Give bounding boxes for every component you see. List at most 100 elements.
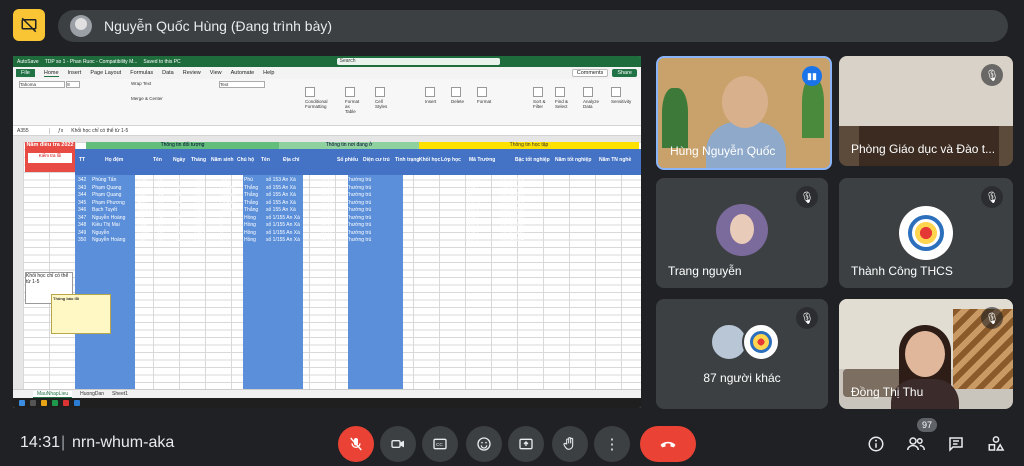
sheet-tab-sheet1[interactable]: Sheet1 [112,391,128,397]
conditional-formatting-icon [305,87,315,97]
cell-styles-button[interactable]: Cell Styles [375,87,391,109]
find-select-label: Find & Select [555,99,569,109]
cell: THPT [466,229,480,236]
cell: 1-110 [320,207,333,213]
table-row[interactable]: 345 Phạm Phương Anh 20 04 2004 Quang Thắng số 15… [78,200,524,206]
sheet-cells[interactable]: Năm điều tra 2022 Kiểm tra lỗi Thông tin… [23,142,641,390]
camera-button[interactable] [380,426,416,462]
tab-view[interactable]: View [210,70,222,76]
present-button[interactable] [508,426,544,462]
mic-off-button[interactable] [338,426,374,462]
captions-button[interactable]: CC [422,426,458,462]
merge-center-button[interactable]: Merge & Center [131,96,163,101]
analyze-data-button[interactable]: Analyze Data [583,87,601,109]
col-khoi-hoc: Khối học [419,157,441,163]
others-tile[interactable]: 🎙 87 người khác [656,299,828,409]
delete-cells-button[interactable]: Delete [451,87,464,104]
spreadsheet-grid[interactable]: Năm điều tra 2022 Kiểm tra lỗi Thông tin… [13,142,641,390]
cell: 05 [176,214,182,221]
tab-file[interactable]: File [16,69,35,77]
table-row[interactable]: 344 Phạm Quang Đạt 14 09 2013 Quang Thắng số 155… [78,192,524,198]
file-explorer-icon[interactable] [41,400,47,406]
sheet-tab-mau-nhap-lieu[interactable]: MauNhapLieu [33,390,73,398]
word-icon[interactable] [74,400,80,406]
tab-automate[interactable]: Automate [231,70,255,76]
cell: 12 [176,229,182,236]
format-as-table-button[interactable]: Format as Table [345,87,361,114]
font-size-select[interactable]: 8 [66,81,81,88]
tab-review[interactable]: Review [183,70,201,76]
analyze-data-icon [583,87,593,97]
activities-button[interactable] [980,428,1012,460]
excel-search[interactable]: Search [336,58,500,65]
number-format-select[interactable]: Text [219,81,265,88]
background-plant [662,88,688,148]
tab-formulas[interactable]: Formulas [130,70,153,76]
emoji-button[interactable] [466,426,502,462]
participant-tile[interactable]: 🎙 Phòng Giáo dục và Đào t... [839,56,1013,166]
cell: Tân [220,177,229,183]
people-button[interactable] [900,428,932,460]
app-icon[interactable] [63,400,69,406]
cell: THPT [466,184,480,191]
name-box[interactable]: A355 [17,127,50,134]
bottom-bar: 14:31 | nrn-whum-aka CC ⋮ [0,420,1024,466]
conditional-formatting-button[interactable]: Conditional Formatting [305,87,328,109]
cell: 1979-1980 [500,222,524,228]
cell: 1979-1980 [500,229,524,236]
excel-icon[interactable] [52,400,58,406]
col-ho-dem: Họ đệm [105,157,124,163]
font-select[interactable]: Tahoma [19,81,65,88]
sensitivity-button[interactable]: Sensitivity [611,87,633,104]
sort-filter-button[interactable]: Sort & Filter [533,87,551,109]
cell: Thường trú [346,184,372,191]
info-button[interactable] [860,428,892,460]
format-cells-button[interactable]: Format [477,87,491,104]
table-row[interactable]: 343 Phạm Quang Thắng 22 11 1978 Quang Thắng số 1… [78,185,524,191]
cell: 1-110 [320,192,333,198]
table-row[interactable]: 346 Bạch Tuyết Nhung 22 11 1980 Quang Thắng số 1… [78,207,524,213]
participant-tile[interactable]: 🎙 Đồng Thị Thu [839,299,1013,409]
participant-name: Phòng Giáo dục và Đào t... [851,142,996,156]
cell: 22 [158,207,164,213]
insert-cells-button[interactable]: Insert [425,87,436,104]
comments-button[interactable]: Comments [571,69,609,77]
search-icon[interactable] [30,400,36,406]
cell: 1-110 [320,199,333,206]
table-row[interactable]: 347 Nguyễn Hoàng Hà 06 05 1992 n Hồng số 1/155 A… [78,215,524,221]
col-ten: Tên [153,157,162,163]
tab-data[interactable]: Data [162,70,174,76]
cell: Quang [220,199,236,206]
more-options-button[interactable]: ⋮ [594,426,630,462]
tab-insert[interactable]: Insert [68,70,82,76]
cell: Hồng [244,237,256,243]
table-row[interactable]: 342 Phùng Tấn Phú 03 07 1961 Tân Phú số 153 An X… [78,177,524,183]
hang-up-button[interactable] [640,426,696,462]
cell: 2013 [194,192,206,198]
table-row[interactable]: 349 Nguyễn Hồng 08 12 1963 n Hồng số 1/155 An Xá… [78,230,524,236]
tab-home[interactable]: Home [43,70,59,77]
start-icon[interactable] [19,400,25,406]
cell: Phú [244,177,253,183]
wrap-text-button[interactable]: Wrap Text [131,81,163,86]
insert-label: Insert [425,99,437,104]
find-select-button[interactable]: Find & Select [555,87,573,109]
cell: 1961 [194,177,206,183]
cell: Phú [138,177,147,183]
present-icon [519,438,533,450]
raise-hand-button[interactable] [552,426,588,462]
cell: Thường trú [346,177,372,183]
formula-input[interactable]: Khối học chỉ có thể từ 1-5 [71,128,128,134]
tab-page-layout[interactable]: Page Layout [90,70,121,76]
participant-tile-speaker[interactable]: ▮▮ Hùng Nguyễn Quốc [656,56,832,170]
sheet-tab-huong-dan[interactable]: HuongDan [80,391,104,397]
present-screen-off-icon[interactable] [13,9,45,41]
share-button[interactable]: Share [612,69,637,77]
participant-tile[interactable]: 🎙 Thành Công THCS [839,178,1013,288]
participant-tile[interactable]: 🎙 Trang nguyễn [656,178,828,288]
table-row[interactable]: 348 Kiều Thị Mai Hoa 12 07 1963 n Hồng số 1/155 … [78,222,524,228]
table-row[interactable]: 350 Nguyễn Hoàng Hải 01 02 1996 n Hồng số 1/155 … [78,237,524,243]
tab-help[interactable]: Help [263,70,274,76]
cell: 1963 [194,229,206,236]
chat-button[interactable] [940,428,972,460]
